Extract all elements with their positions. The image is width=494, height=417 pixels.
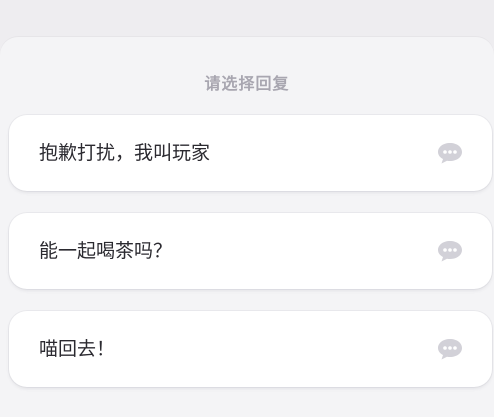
reply-option-tea[interactable]: 能一起喝茶吗？ <box>9 213 492 289</box>
speech-bubble-icon <box>438 241 462 262</box>
reply-option-label: 抱歉打扰，我叫玩家 <box>39 142 211 164</box>
reply-option-meow[interactable]: 喵回去！ <box>9 311 492 387</box>
speech-bubble-icon <box>438 143 462 164</box>
reply-prompt-title: 请选择回复 <box>204 74 290 93</box>
reply-options-list: 抱歉打扰，我叫玩家 能一起喝茶吗？ 喵回去！ <box>9 115 492 409</box>
reply-option-apologize[interactable]: 抱歉打扰，我叫玩家 <box>9 115 492 191</box>
reply-option-label: 喵回去！ <box>39 338 116 360</box>
speech-bubble-icon <box>438 339 462 360</box>
reply-option-label: 能一起喝茶吗？ <box>39 240 173 262</box>
